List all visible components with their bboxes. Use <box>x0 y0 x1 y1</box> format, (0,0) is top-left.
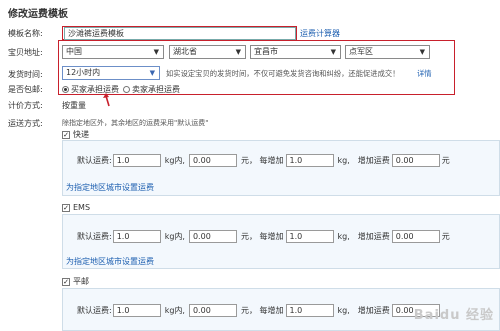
country-select[interactable]: 中国 ▼ <box>62 45 164 59</box>
add-price-input[interactable]: 0.00 <box>391 154 440 167</box>
template-name-input[interactable]: 沙滩裤运费模板 <box>64 27 296 40</box>
seller-pays-label: 卖家承担运费 <box>132 85 180 94</box>
province-select[interactable]: 湖北省 ▼ <box>169 45 246 59</box>
add-fee-label: 增加运费 <box>357 232 390 241</box>
address-label: 宝贝地址: <box>8 48 43 57</box>
method-label: 运送方式: <box>8 119 43 128</box>
first-weight-input[interactable]: 1.0 <box>112 304 161 317</box>
first-price-input[interactable]: 0.00 <box>188 154 237 167</box>
kg-label: kg, <box>337 306 350 315</box>
add-fee-label: 增加运费 <box>357 306 390 315</box>
red-arrow-icon <box>103 93 110 107</box>
check-icon: ✓ <box>62 277 70 286</box>
kg-within-label: kg内, <box>164 306 185 315</box>
default-fee-label: 默认运费: <box>77 156 112 165</box>
template-name-label: 模板名称: <box>8 29 43 38</box>
radio-unselected-icon <box>123 86 130 93</box>
chevron-down-icon: ▼ <box>153 48 159 56</box>
default-fee-label: 默认运费: <box>77 232 112 241</box>
chevron-down-icon: ▼ <box>419 48 425 56</box>
chevron-down-icon: ▼ <box>235 48 241 56</box>
kg-within-label: kg内, <box>164 156 185 165</box>
city-select[interactable]: 宜昌市 ▼ <box>250 45 341 59</box>
carrier-name: 快递 <box>73 130 89 139</box>
chevron-down-icon: ▼ <box>149 69 155 77</box>
kg-within-label: kg内, <box>164 232 185 241</box>
ship-time-select[interactable]: 12小时内 ▼ <box>62 66 160 80</box>
yuan-each-label: 元， 每增加 <box>240 232 284 241</box>
yuan-label: 元 <box>441 156 450 165</box>
carrier-checkbox-ems[interactable]: ✓ EMS <box>62 203 90 212</box>
seller-pays-radio[interactable]: 卖家承担运费 <box>123 84 180 95</box>
ship-time-hint: 如实设定宝贝的发货时间，不仅可避免发货咨询和纠纷，还能促进成交！ <box>166 69 400 78</box>
region-fee-link-ems[interactable]: 为指定地区城市设置运费 <box>66 256 154 267</box>
ship-time-value: 12小时内 <box>66 68 101 77</box>
add-weight-input[interactable]: 1.0 <box>285 230 334 243</box>
carrier-checkbox-express[interactable]: ✓ 快递 <box>62 129 89 140</box>
check-icon: ✓ <box>62 130 70 139</box>
free-shipping-label: 是否包邮: <box>8 85 43 94</box>
radio-selected-icon <box>62 86 69 93</box>
yuan-each-label: 元， 每增加 <box>240 306 284 315</box>
pricing-value: 按重量 <box>62 101 86 110</box>
add-fee-label: 增加运费 <box>357 156 390 165</box>
shipping-calculator-link[interactable]: 运费计算器 <box>300 28 340 39</box>
carrier-name: 平邮 <box>73 277 89 286</box>
yuan-each-label: 元， 每增加 <box>240 156 284 165</box>
page-title: 修改运费模板 <box>8 9 68 20</box>
default-fee-label: 默认运费: <box>77 306 112 315</box>
pricing-label: 计价方式: <box>8 101 43 110</box>
kg-label: kg, <box>337 232 350 241</box>
method-hint: 除指定地区外，其余地区的运费采用"默认运费" <box>62 119 209 127</box>
detail-link[interactable]: 详情 <box>417 69 432 79</box>
fee-row-express: 默认运费: 1.0 kg内, 0.00 元， 每增加 1.0 kg, 增加运费 … <box>77 154 450 167</box>
first-price-input[interactable]: 0.00 <box>188 230 237 243</box>
region-fee-link-express[interactable]: 为指定地区城市设置运费 <box>66 182 154 193</box>
district-select[interactable]: 点军区 ▼ <box>345 45 430 59</box>
chevron-down-icon: ▼ <box>330 48 336 56</box>
first-price-input[interactable]: 0.00 <box>188 304 237 317</box>
district-value: 点军区 <box>349 47 373 56</box>
add-weight-input[interactable]: 1.0 <box>285 154 334 167</box>
first-weight-input[interactable]: 1.0 <box>112 230 161 243</box>
check-icon: ✓ <box>62 203 70 212</box>
add-weight-input[interactable]: 1.0 <box>285 304 334 317</box>
province-value: 湖北省 <box>173 47 197 56</box>
carrier-name: EMS <box>73 203 91 212</box>
fee-row-ems: 默认运费: 1.0 kg内, 0.00 元， 每增加 1.0 kg, 增加运费 … <box>77 230 450 243</box>
fee-row-post: 默认运费: 1.0 kg内, 0.00 元， 每增加 1.0 kg, 增加运费 … <box>77 304 440 317</box>
add-price-input[interactable]: 0.00 <box>391 230 440 243</box>
yuan-label: 元 <box>441 232 450 241</box>
ship-time-label: 发货时间: <box>8 70 43 79</box>
kg-label: kg, <box>337 156 350 165</box>
city-value: 宜昌市 <box>254 47 278 56</box>
baidu-watermark: Baidu 经验 <box>413 308 494 323</box>
first-weight-input[interactable]: 1.0 <box>112 154 161 167</box>
carrier-checkbox-post[interactable]: ✓ 平邮 <box>62 276 89 287</box>
country-value: 中国 <box>66 47 82 56</box>
